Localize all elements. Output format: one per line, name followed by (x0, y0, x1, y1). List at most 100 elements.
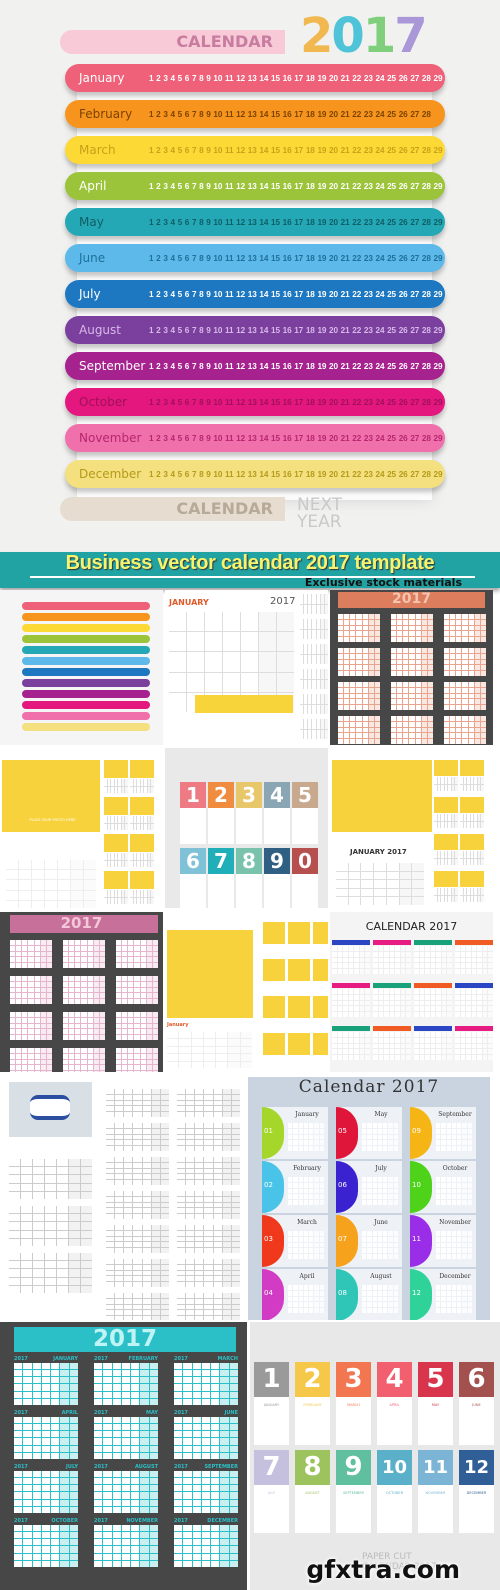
day-cell (455, 895, 458, 902)
day-cell (451, 1290, 457, 1296)
day-cell (115, 1146, 124, 1151)
day-number: 28 (421, 289, 431, 299)
day-cell (231, 1208, 240, 1214)
day-cell (383, 1134, 388, 1140)
day-cell (374, 631, 380, 637)
day-cell (374, 637, 380, 642)
day-cell (149, 1506, 158, 1513)
day-cell (69, 1285, 80, 1293)
day-cell (391, 733, 397, 739)
day-cell (32, 1499, 41, 1506)
day-cell (69, 1485, 78, 1492)
day-cell (231, 1202, 240, 1208)
day-cell (229, 1506, 238, 1513)
day-cell (28, 957, 34, 963)
day-cell (446, 1140, 451, 1146)
day-cell (430, 1006, 436, 1012)
day-cell (302, 1499, 306, 1504)
day-cell (220, 1391, 229, 1398)
day-cell (57, 1167, 68, 1175)
day-cell (32, 1377, 41, 1384)
day-cell (378, 1032, 384, 1037)
day-cell (111, 860, 114, 867)
day-cell (350, 721, 356, 727)
day-number: 27 (410, 181, 420, 191)
day-number: 7 (191, 433, 197, 443)
day-cell (368, 716, 374, 721)
day-cell (277, 652, 294, 672)
day-number: 19 (317, 145, 327, 155)
day-cell (274, 1520, 278, 1525)
day-cell (312, 704, 316, 714)
day-cell (378, 989, 384, 994)
day-cell (6, 860, 18, 870)
day-cell (451, 895, 455, 902)
day-cell (231, 1146, 240, 1151)
day-cell (84, 880, 96, 890)
day-cell (354, 1032, 359, 1037)
day-number: 7 (191, 289, 197, 299)
day-cell (466, 1427, 470, 1432)
day-cell (462, 1504, 466, 1509)
day-cell (414, 969, 419, 974)
mini-month-grid (130, 853, 154, 867)
day-cell (312, 644, 316, 654)
day-cell (106, 1298, 115, 1304)
day-cell (222, 1123, 231, 1128)
day-cell (406, 1032, 411, 1037)
month-name: JANUARY (263, 1403, 280, 1407)
day-cell (300, 694, 304, 704)
day-number: 25 (387, 73, 397, 83)
day-cell (378, 1000, 384, 1006)
day-cell (430, 957, 436, 963)
day-cell (146, 1071, 152, 1072)
day-cell (116, 1017, 122, 1023)
day-cell (339, 1520, 343, 1525)
day-number: 13 (247, 397, 257, 407)
day-cell (186, 1146, 195, 1151)
day-cell (315, 1499, 319, 1504)
day-cell (183, 1553, 192, 1560)
day-cell (41, 1363, 51, 1370)
day-cell (397, 653, 403, 659)
day-cell (374, 705, 380, 710)
day-cell (146, 1048, 152, 1053)
day-cell (195, 1157, 204, 1162)
month-name: NOVEMBER (126, 1518, 158, 1524)
mini-month-grid (444, 716, 486, 744)
day-cell (201, 1553, 211, 1560)
day-cell (460, 821, 463, 828)
day-cell (278, 1499, 282, 1504)
day-cell (106, 1100, 115, 1106)
day-cell (344, 659, 350, 665)
day-cell (151, 1293, 160, 1298)
day-cell (362, 637, 368, 642)
day-cell (195, 1242, 204, 1248)
day-number: 14 (259, 73, 269, 83)
day-cell (425, 1509, 429, 1515)
day-cell (450, 699, 456, 705)
day-cell (195, 1276, 204, 1282)
day-cell (403, 671, 409, 676)
day-cell (186, 1225, 195, 1230)
photo-placeholder (332, 760, 432, 832)
day-cell (16, 1065, 22, 1071)
day-cell (315, 1509, 319, 1515)
mini-month-grid (373, 989, 411, 1017)
day-cell (466, 989, 471, 994)
day-cell (455, 1012, 460, 1017)
day-cell (348, 1000, 354, 1006)
day-cell (149, 1431, 158, 1438)
day-cell (151, 1157, 160, 1162)
day-cell (69, 1214, 80, 1222)
day-cell (116, 957, 122, 963)
day-cell (389, 1012, 395, 1017)
day-cell (133, 1248, 142, 1253)
day-cell (430, 994, 436, 1000)
day-cell (462, 653, 468, 659)
day-number: 15 (271, 181, 280, 191)
day-cell (46, 957, 52, 963)
day-cell (300, 704, 304, 714)
day-cell (397, 693, 403, 699)
day-cell (115, 1264, 124, 1270)
